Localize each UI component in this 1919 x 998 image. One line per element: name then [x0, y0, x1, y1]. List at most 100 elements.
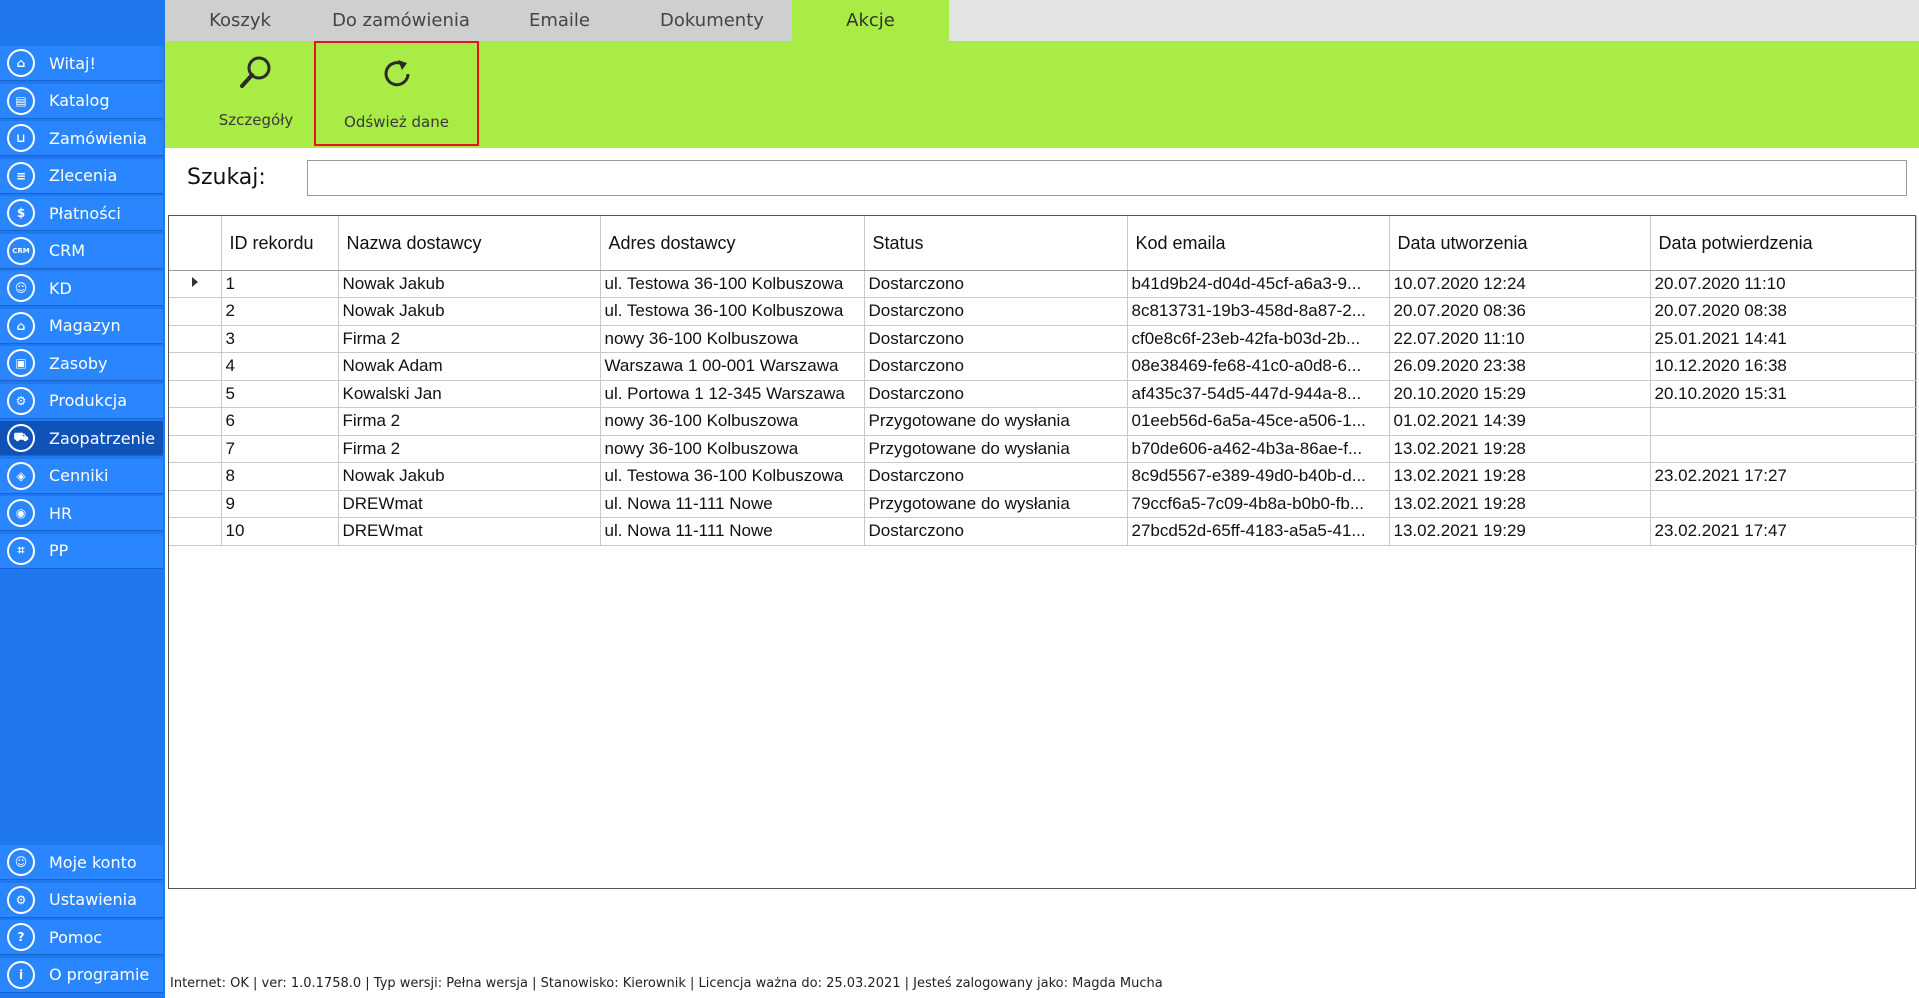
cell-status[interactable]: Dostarczono	[864, 462, 1128, 491]
cell-status[interactable]: Dostarczono	[864, 380, 1128, 408]
column-header-created-date[interactable]: Data utworzenia	[1389, 216, 1651, 271]
row-selector[interactable]	[169, 435, 222, 463]
search-input[interactable]	[307, 160, 1907, 196]
cell-supplier-address[interactable]: ul. Nowa 11-111 Nowe	[600, 517, 865, 546]
table-row[interactable]: 10 DREWmat ul. Nowa 11-111 Nowe Dostarczon…	[169, 517, 1917, 546]
cell-supplier-name[interactable]: Firma 2	[338, 325, 601, 353]
row-selector[interactable]	[169, 325, 222, 353]
cell-supplier-name[interactable]: Nowak Jakub	[338, 462, 601, 491]
sidebar-item-płatności[interactable]: $ Płatności	[0, 196, 163, 231]
row-pointer-icon[interactable]	[169, 270, 222, 298]
cell-confirmed-date[interactable]: 20.07.2020 08:38	[1650, 297, 1917, 326]
table-row[interactable]: 8 Nowak Jakub ul. Testowa 36-100 Kolbuszow…	[169, 462, 1917, 491]
cell-supplier-name[interactable]: Nowak Jakub	[338, 297, 601, 326]
cell-created-date[interactable]: 01.02.2021 14:39	[1389, 407, 1651, 436]
cell-confirmed-date[interactable]: 23.02.2021 17:27	[1650, 462, 1917, 491]
cell-status[interactable]: Dostarczono	[864, 517, 1128, 546]
cell-email-code[interactable]: cf0e8c6f-23eb-42fa-b03d-2b...	[1127, 325, 1390, 353]
cell-created-date[interactable]: 10.07.2020 12:24	[1389, 270, 1651, 298]
cell-email-code[interactable]: b70de606-a462-4b3a-86ae-f...	[1127, 435, 1390, 463]
cell-id[interactable]: 2	[221, 297, 339, 326]
cell-confirmed-date[interactable]	[1650, 435, 1917, 463]
cell-created-date[interactable]: 20.07.2020 08:36	[1389, 297, 1651, 326]
cell-email-code[interactable]: af435c37-54d5-447d-944a-8...	[1127, 380, 1390, 408]
cell-status[interactable]: Dostarczono	[864, 352, 1128, 381]
cell-supplier-address[interactable]: ul. Testowa 36-100 Kolbuszowa	[600, 297, 865, 326]
cell-created-date[interactable]: 20.10.2020 15:29	[1389, 380, 1651, 408]
cell-email-code[interactable]: 08e38469-fe68-41c0-a0d8-6...	[1127, 352, 1390, 381]
cell-created-date[interactable]: 13.02.2021 19:28	[1389, 462, 1651, 491]
cell-supplier-address[interactable]: Warszawa 1 00-001 Warszawa	[600, 352, 865, 381]
cell-supplier-address[interactable]: nowy 36-100 Kolbuszowa	[600, 407, 865, 436]
column-header-confirmed-date[interactable]: Data potwierdzenia	[1650, 216, 1917, 271]
cell-confirmed-date[interactable]: 20.07.2020 11:10	[1650, 270, 1917, 298]
tab-emaile[interactable]: Emaile	[487, 0, 632, 41]
sidebar-item-magazyn[interactable]: ⌂ Magazyn	[0, 308, 163, 344]
cell-supplier-address[interactable]: nowy 36-100 Kolbuszowa	[600, 325, 865, 353]
column-header-id[interactable]: ID rekordu	[221, 216, 339, 271]
cell-created-date[interactable]: 13.02.2021 19:28	[1389, 435, 1651, 463]
sidebar-item-witaj-[interactable]: ⌂ Witaj!	[0, 46, 163, 81]
column-header-status[interactable]: Status	[864, 216, 1128, 271]
table-row[interactable]: 6 Firma 2 nowy 36-100 Kolbuszowa Przygotow…	[169, 407, 1917, 436]
table-row[interactable]: 9 DREWmat ul. Nowa 11-111 Nowe Przygotowan…	[169, 490, 1917, 518]
cell-supplier-address[interactable]: ul. Portowa 1 12-345 Warszawa	[600, 380, 865, 408]
sidebar-item-kd[interactable]: ☺ KD	[0, 271, 163, 306]
cell-id[interactable]: 1	[221, 270, 339, 298]
cell-created-date[interactable]: 26.09.2020 23:38	[1389, 352, 1651, 381]
row-selector[interactable]	[169, 352, 222, 381]
table-row[interactable]: 5 Kowalski Jan ul. Portowa 1 12-345 Warsza…	[169, 380, 1917, 408]
cell-supplier-name[interactable]: DREWmat	[338, 517, 601, 546]
row-selector[interactable]	[169, 490, 222, 518]
cell-confirmed-date[interactable]: 20.10.2020 15:31	[1650, 380, 1917, 408]
sidebar-item-produkcja[interactable]: ⚙ Produkcja	[0, 383, 163, 419]
row-selector[interactable]	[169, 517, 222, 546]
row-selector[interactable]	[169, 462, 222, 491]
refresh-button[interactable]: Odśwież dane	[314, 41, 479, 146]
cell-supplier-name[interactable]: Nowak Adam	[338, 352, 601, 381]
row-selector[interactable]	[169, 407, 222, 436]
table-row[interactable]: 3 Firma 2 nowy 36-100 Kolbuszowa Dostarczo…	[169, 325, 1917, 353]
sidebar-item-zasoby[interactable]: ▣ Zasoby	[0, 346, 163, 381]
cell-supplier-name[interactable]: Nowak Jakub	[338, 270, 601, 298]
table-row[interactable]: 1 Nowak Jakub ul. Testowa 36-100 Kolbuszow…	[169, 270, 1917, 298]
cell-email-code[interactable]: 01eeb56d-6a5a-45ce-a506-1...	[1127, 407, 1390, 436]
cell-supplier-address[interactable]: ul. Nowa 11-111 Nowe	[600, 490, 865, 518]
cell-status[interactable]: Dostarczono	[864, 297, 1128, 326]
sidebar-item-moje-konto[interactable]: ☺ Moje konto	[0, 845, 163, 880]
cell-id[interactable]: 8	[221, 462, 339, 491]
column-header-supplier-name[interactable]: Nazwa dostawcy	[338, 216, 601, 271]
cell-id[interactable]: 6	[221, 407, 339, 436]
sidebar-item-ustawienia[interactable]: ⚙ Ustawienia	[0, 882, 163, 918]
cell-email-code[interactable]: 79ccf6a5-7c09-4b8a-b0b0-fb...	[1127, 490, 1390, 518]
table-row[interactable]: 2 Nowak Jakub ul. Testowa 36-100 Kolbuszow…	[169, 297, 1917, 326]
cell-id[interactable]: 5	[221, 380, 339, 408]
sidebar-item-zamówienia[interactable]: ⊔ Zamówienia	[0, 121, 163, 156]
tab-dokumenty[interactable]: Dokumenty	[632, 0, 792, 41]
table-row[interactable]: 7 Firma 2 nowy 36-100 Kolbuszowa Przygotow…	[169, 435, 1917, 463]
cell-supplier-address[interactable]: ul. Testowa 36-100 Kolbuszowa	[600, 270, 865, 298]
row-selector[interactable]	[169, 380, 222, 408]
cell-email-code[interactable]: 8c9d5567-e389-49d0-b40b-d...	[1127, 462, 1390, 491]
cell-status[interactable]: Przygotowane do wysłania	[864, 490, 1128, 518]
sidebar-item-katalog[interactable]: ▤ Katalog	[0, 83, 163, 119]
cell-supplier-name[interactable]: Firma 2	[338, 407, 601, 436]
cell-id[interactable]: 3	[221, 325, 339, 353]
cell-confirmed-date[interactable]	[1650, 490, 1917, 518]
table-row[interactable]: 4 Nowak Adam Warszawa 1 00-001 Warszawa Dos…	[169, 352, 1917, 381]
details-button[interactable]: Szczegóły	[200, 41, 312, 146]
cell-email-code[interactable]: 27bcd52d-65ff-4183-a5a5-41...	[1127, 517, 1390, 546]
tab-koszyk[interactable]: Koszyk	[165, 0, 315, 41]
sidebar-item-zaopatrzenie[interactable]: ⛟ Zaopatrzenie	[0, 421, 163, 456]
tab-akcje[interactable]: Akcje	[792, 0, 949, 41]
cell-id[interactable]: 4	[221, 352, 339, 381]
sidebar-item-o-programie[interactable]: i O programie	[0, 957, 163, 993]
sidebar-item-hr[interactable]: ◉ HR	[0, 496, 163, 531]
sidebar-item-pomoc[interactable]: ? Pomoc	[0, 920, 163, 955]
sidebar-item-cenniki[interactable]: ◈ Cenniki	[0, 458, 163, 494]
sidebar-item-pp[interactable]: ⌗ PP	[0, 533, 163, 569]
cell-confirmed-date[interactable]: 10.12.2020 16:38	[1650, 352, 1917, 381]
cell-confirmed-date[interactable]: 23.02.2021 17:47	[1650, 517, 1917, 546]
cell-supplier-name[interactable]: Kowalski Jan	[338, 380, 601, 408]
cell-confirmed-date[interactable]: 25.01.2021 14:41	[1650, 325, 1917, 353]
